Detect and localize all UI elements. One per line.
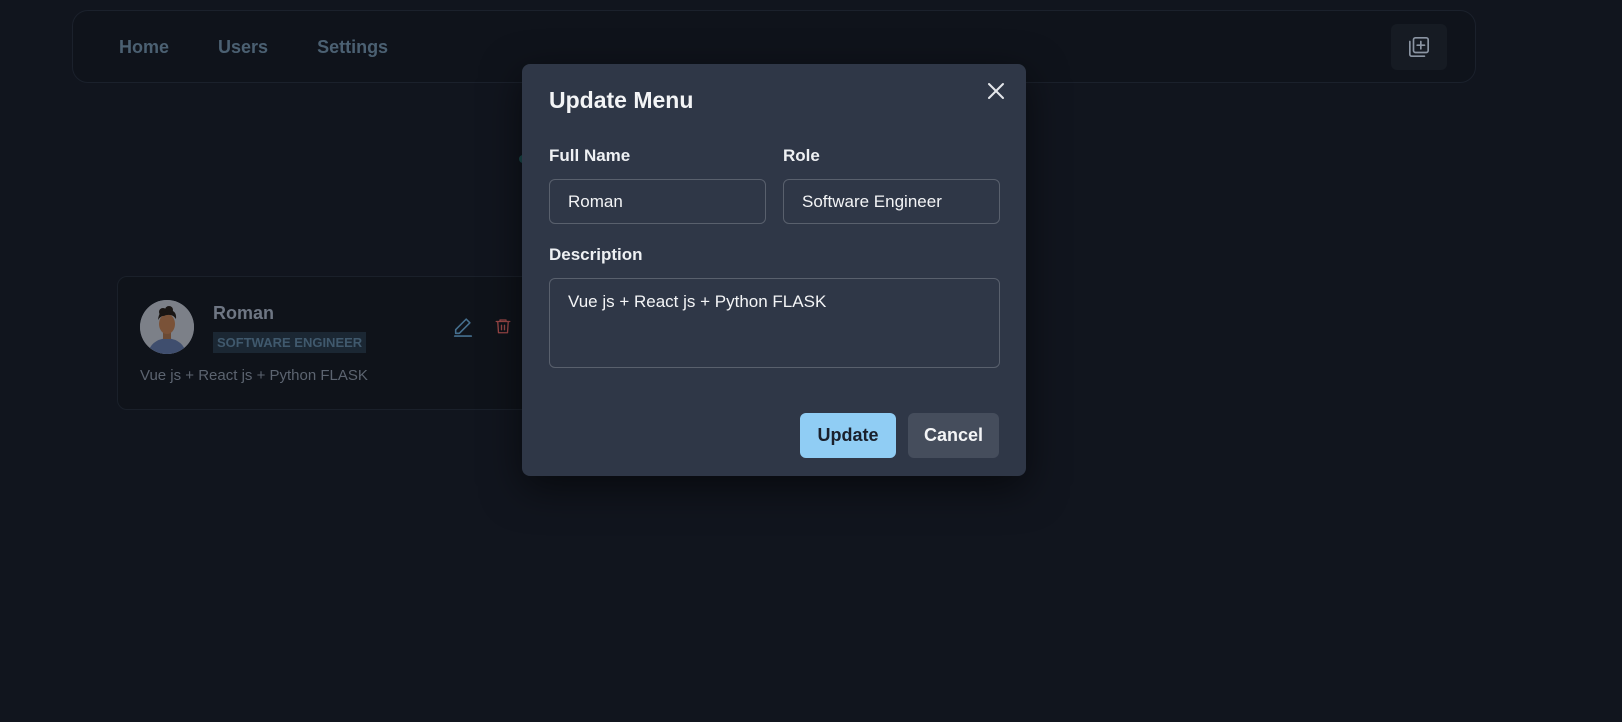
app-page: Home Users Settings Roman SOFTWARE ENGIN… [0,0,1622,722]
user-description: Vue js + React js + Python FLASK [140,367,368,384]
delete-button[interactable] [494,317,512,335]
full-name-input[interactable] [549,179,766,224]
user-card: Roman SOFTWARE ENGINEER Vue js + React j… [117,276,547,410]
close-button[interactable] [985,80,1007,102]
add-square-icon [1409,37,1429,57]
edit-button[interactable] [452,315,474,337]
role-label: Role [783,146,820,165]
nav-users-link[interactable]: Users [218,37,268,58]
add-user-button[interactable] [1391,24,1447,70]
pencil-icon [453,318,473,337]
trash-icon [495,319,511,334]
avatar [140,300,194,354]
nav-settings-link[interactable]: Settings [317,37,388,58]
modal-title: Update Menu [549,87,694,113]
update-modal: Update Menu Full Name Role Description V… [522,64,1026,476]
update-button[interactable]: Update [800,413,896,458]
full-name-label: Full Name [549,146,631,165]
role-input[interactable] [783,179,1000,224]
nav-home-link[interactable]: Home [119,37,169,58]
user-name: Roman [213,303,275,323]
description-label: Description [549,245,643,264]
role-badge: SOFTWARE ENGINEER [213,332,367,353]
close-icon [988,83,1004,99]
cancel-button[interactable]: Cancel [908,413,999,458]
nav-links: Home Users Settings [119,11,388,84]
description-textarea[interactable]: Vue js + React js + Python FLASK [549,278,1000,368]
